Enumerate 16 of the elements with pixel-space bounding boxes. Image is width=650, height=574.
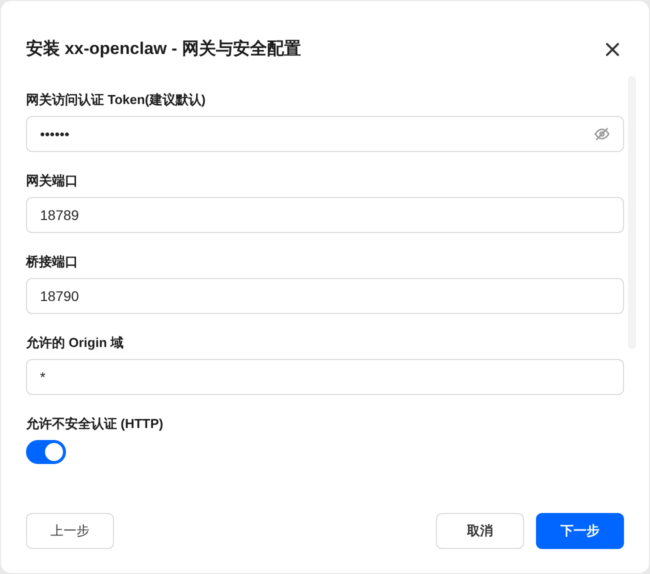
input-field[interactable]: 18789 — [26, 197, 624, 233]
input-field[interactable]: •••••• — [26, 116, 624, 152]
toggle-switch[interactable] — [26, 440, 66, 464]
input-field[interactable]: 18790 — [26, 278, 624, 314]
dialog-title: 安装 xx-openclaw - 网关与安全配置 — [26, 38, 301, 60]
close-icon[interactable] — [606, 42, 619, 56]
field-label: 允许不安全认证 (HTTP) — [26, 415, 164, 433]
back-button[interactable]: 上一步 — [26, 513, 114, 549]
next-button[interactable]: 下一步 — [536, 513, 624, 549]
cancel-button[interactable]: 取消 — [436, 513, 524, 549]
field-label: 网关端口 — [26, 172, 79, 190]
field-label: 网关访问认证 Token(建议默认) — [26, 91, 207, 109]
input-field[interactable]: * — [26, 359, 624, 395]
field-label: 桥接端口 — [26, 253, 79, 271]
eye-off-icon[interactable] — [594, 126, 610, 142]
field-label: 允许的 Origin 域 — [26, 334, 124, 352]
